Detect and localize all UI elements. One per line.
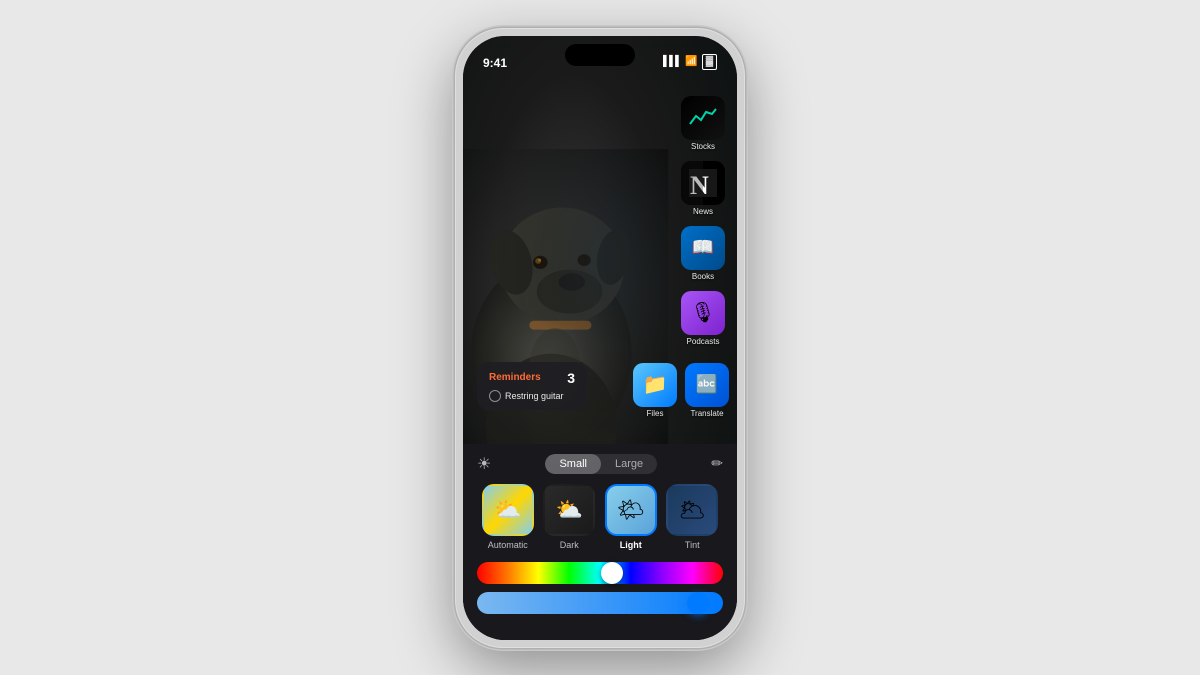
color-modes-row: ⛅ Automatic ⛅ Dark 🌤 [477, 484, 723, 550]
size-large-button[interactable]: Large [601, 454, 657, 474]
status-time: 9:41 [483, 56, 507, 70]
reminders-title: Reminders [489, 372, 541, 383]
app-row-bottom: 📁 Files 🔤 Translate [633, 363, 729, 418]
stocks-app-icon[interactable] [681, 96, 725, 140]
color-mode-dark[interactable]: ⛅ Dark [543, 484, 595, 550]
app-books-wrap[interactable]: 📖 Books [681, 226, 725, 281]
books-app-icon[interactable]: 📖 [681, 226, 725, 270]
phone-frame: 9:41 ▌▌▌ 📶 ▓ Stocks [455, 28, 745, 648]
size-toolbar: ☀ Small Large ✏ [477, 454, 723, 474]
files-label: Files [647, 409, 664, 418]
podcasts-label: Podcasts [687, 337, 720, 346]
files-app-icon[interactable]: 📁 [633, 363, 677, 407]
rainbow-slider[interactable] [477, 562, 723, 584]
color-mode-automatic[interactable]: ⛅ Automatic [482, 484, 534, 550]
phone-screen: 9:41 ▌▌▌ 📶 ▓ Stocks [463, 36, 737, 640]
stocks-label: Stocks [691, 142, 715, 151]
files-icon: 📁 [643, 372, 668, 397]
bottom-panel: ☀ Small Large ✏ ⛅ Automatic [463, 444, 737, 640]
app-column-right: Stocks N News [681, 96, 725, 346]
translate-app-icon[interactable]: 🔤 [685, 363, 729, 407]
app-stocks-wrap[interactable]: Stocks [681, 96, 725, 151]
color-mode-tint[interactable]: 🌥 Tint [666, 484, 718, 550]
news-app-icon[interactable]: N [681, 161, 725, 205]
dynamic-island [565, 44, 635, 66]
auto-weather-icon: ⛅ [494, 497, 521, 523]
size-small-button[interactable]: Small [545, 454, 601, 474]
dark-icon[interactable]: ⛅ [543, 484, 595, 536]
light-icon[interactable]: 🌤 [605, 484, 657, 536]
podcasts-icon: 🎙 [690, 300, 715, 325]
color-mode-light[interactable]: 🌤 Light [605, 484, 657, 550]
size-toggle[interactable]: Small Large [545, 454, 657, 474]
rainbow-thumb[interactable] [601, 562, 623, 584]
power-button[interactable] [745, 148, 748, 198]
phone-mockup: 9:41 ▌▌▌ 📶 ▓ Stocks [455, 28, 745, 648]
dark-weather-icon: ⛅ [556, 497, 583, 523]
podcasts-app-icon[interactable]: 🎙 [681, 291, 725, 335]
reminders-count: 3 [567, 370, 575, 386]
tint-icon[interactable]: 🌥 [666, 484, 718, 536]
app-news-wrap[interactable]: N News [681, 161, 725, 216]
reminders-item: Restring guitar [489, 390, 575, 402]
app-files-wrap[interactable]: 📁 Files [633, 363, 677, 418]
reminders-header: Reminders 3 [489, 370, 575, 386]
blue-thumb[interactable] [687, 592, 709, 614]
automatic-icon[interactable]: ⛅ [482, 484, 534, 536]
tint-weather-icon: 🌥 [678, 497, 706, 523]
pencil-icon[interactable]: ✏ [711, 455, 723, 472]
books-icon: 📖 [692, 237, 714, 258]
battery-icon: ▓ [702, 54, 717, 70]
tint-label: Tint [685, 540, 700, 550]
reminders-widget[interactable]: Reminders 3 Restring guitar [477, 362, 587, 410]
color-slider-container [477, 562, 723, 614]
dark-label: Dark [560, 540, 579, 550]
automatic-label: Automatic [488, 540, 528, 550]
blue-slider[interactable] [477, 592, 723, 614]
light-weather-icon: 🌤 [617, 497, 645, 523]
books-label: Books [692, 272, 714, 281]
app-translate-wrap[interactable]: 🔤 Translate [685, 363, 729, 418]
app-podcasts-wrap[interactable]: 🎙 Podcasts [681, 291, 725, 346]
light-label: Light [620, 540, 642, 550]
translate-icon: 🔤 [696, 374, 718, 395]
status-icons: ▌▌▌ 📶 ▓ [663, 54, 717, 70]
reminder-text: Restring guitar [505, 391, 564, 401]
translate-label: Translate [690, 409, 723, 418]
signal-icon: ▌▌▌ [663, 56, 681, 67]
wifi-icon: 📶 [685, 56, 697, 67]
sun-icon: ☀ [477, 454, 491, 474]
reminder-checkbox[interactable] [489, 390, 501, 402]
news-label: News [693, 207, 713, 216]
